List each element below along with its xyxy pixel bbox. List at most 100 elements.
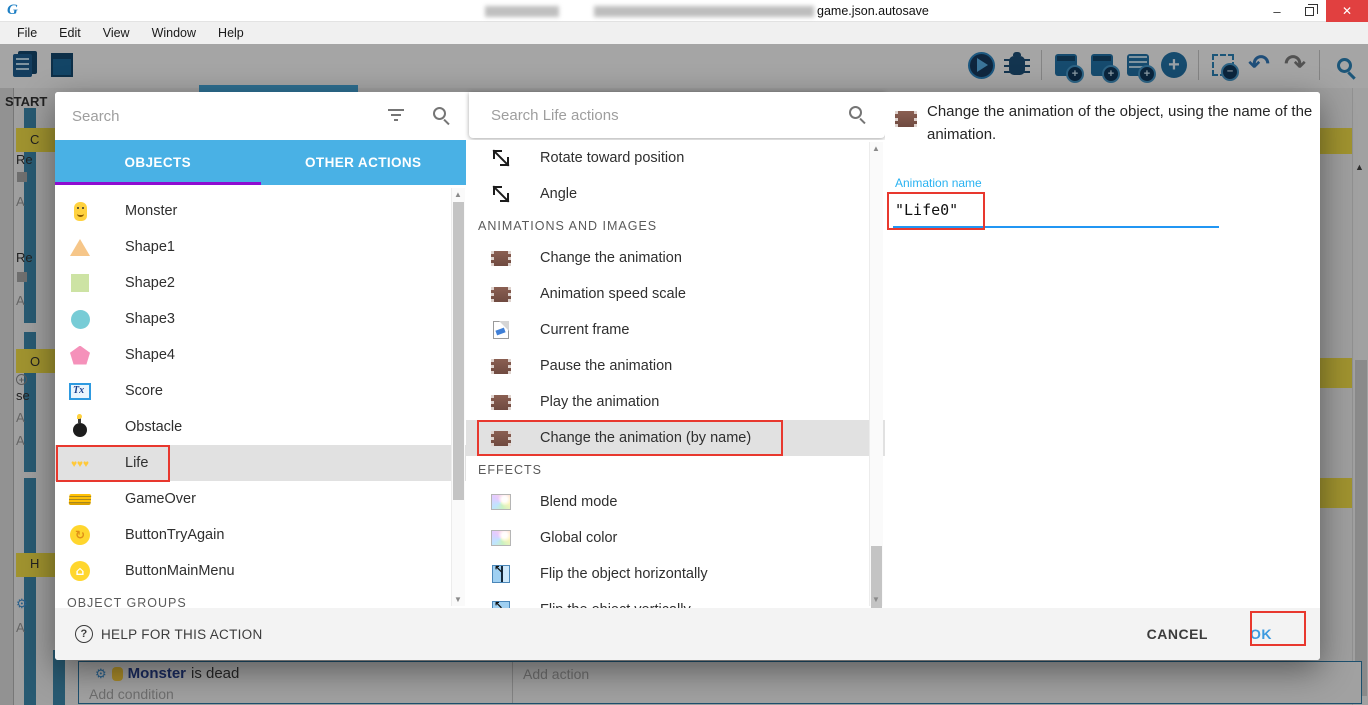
blurred-title-segment xyxy=(594,6,814,17)
diagonal-arrow-icon xyxy=(490,147,512,169)
objects-rows: Monster Shape1 Shape2 Shape3 Shape4 Score Obst… xyxy=(55,185,466,589)
menu-file[interactable]: File xyxy=(8,24,46,42)
film-strip-icon xyxy=(490,391,512,413)
film-strip-icon xyxy=(895,111,917,127)
object-list-item[interactable]: ButtonTryAgain xyxy=(55,517,466,553)
object-list-item[interactable]: Score xyxy=(55,373,466,409)
objects-scrollbar[interactable]: ▲ ▼ xyxy=(451,188,465,606)
object-label: Obstacle xyxy=(125,419,182,435)
scroll-up-icon[interactable]: ▲ xyxy=(872,144,880,153)
object-list-item[interactable]: Monster xyxy=(55,193,466,229)
home-icon xyxy=(68,559,92,583)
action-label: Current frame xyxy=(540,322,629,338)
action-list-item[interactable]: Flip the object horizontally xyxy=(466,556,885,592)
minimize-button[interactable]: – xyxy=(1262,0,1292,22)
scrollbar-thumb[interactable] xyxy=(453,202,464,500)
action-parameters-panel: Change the animation of the object, usin… xyxy=(885,92,1320,608)
blurred-title-segment xyxy=(485,6,559,17)
text-icon xyxy=(68,379,92,403)
object-label: Score xyxy=(125,383,163,399)
search-icon[interactable] xyxy=(433,107,446,120)
action-label: Animation speed scale xyxy=(540,286,686,302)
action-list-item[interactable]: Blend mode xyxy=(466,484,885,520)
film-strip-icon xyxy=(490,283,512,305)
bomb-icon xyxy=(68,415,92,439)
object-label: GameOver xyxy=(125,491,196,507)
objects-tab-bar: OBJECTS OTHER ACTIONS xyxy=(55,140,466,185)
object-list-item[interactable]: GameOver xyxy=(55,481,466,517)
window-title: game.json.autosave xyxy=(817,4,929,18)
actions-rows: Rotate toward position Angle ANIMATIONS AN… xyxy=(466,140,885,608)
action-list-item[interactable]: Change the animation xyxy=(466,240,885,276)
object-label: Shape4 xyxy=(125,347,175,363)
title-bar: G game.json.autosave – ✕ xyxy=(0,0,1368,22)
action-list-item[interactable]: Flip the object vertically xyxy=(466,592,885,608)
action-label: Pause the animation xyxy=(540,358,672,374)
color-image-icon xyxy=(490,491,512,513)
annotation-box-change-animation-by-name xyxy=(477,420,783,456)
search-icon[interactable] xyxy=(849,106,862,119)
pentagon-icon xyxy=(68,343,92,367)
scroll-up-icon[interactable]: ▲ xyxy=(454,190,462,199)
objects-list: Monster Shape1 Shape2 Shape3 Shape4 Score Obst… xyxy=(55,185,466,608)
help-button[interactable]: ? HELP FOR THIS ACTION xyxy=(75,625,263,643)
object-list-item[interactable]: Shape2 xyxy=(55,265,466,301)
triangle-icon xyxy=(68,235,92,259)
object-label: ButtonTryAgain xyxy=(125,527,224,543)
close-button[interactable]: ✕ xyxy=(1326,0,1368,22)
object-label: Shape2 xyxy=(125,275,175,291)
menu-window[interactable]: Window xyxy=(143,24,205,42)
annotation-box-animation-name-value xyxy=(887,192,985,230)
action-list-item[interactable]: Global color xyxy=(466,520,885,556)
menu-edit[interactable]: Edit xyxy=(50,24,90,42)
restore-button[interactable] xyxy=(1294,0,1324,22)
menu-bar: FileEditViewWindowHelp xyxy=(0,22,1368,44)
banner-icon xyxy=(68,487,92,511)
flip-vertical-icon xyxy=(490,599,512,608)
action-list-item[interactable]: Animation speed scale xyxy=(466,276,885,312)
action-label: Rotate toward position xyxy=(540,150,684,166)
action-list-item[interactable]: Angle xyxy=(466,176,885,212)
scroll-down-icon[interactable]: ▼ xyxy=(454,595,462,604)
scroll-down-icon[interactable]: ▼ xyxy=(872,595,880,604)
gdevelop-logo-icon: G xyxy=(7,2,18,19)
annotation-box-ok xyxy=(1250,611,1306,646)
action-list-item[interactable]: Pause the animation xyxy=(466,348,885,384)
actions-scrollbar[interactable]: ▲ ▼ xyxy=(869,142,883,606)
square-icon xyxy=(68,271,92,295)
annotation-box-life xyxy=(56,445,170,482)
monster-icon xyxy=(68,199,92,223)
actions-section-header: ANIMATIONS AND IMAGES xyxy=(466,212,885,240)
action-list-item[interactable]: Rotate toward position xyxy=(466,140,885,176)
object-list-item[interactable]: ButtonMainMenu xyxy=(55,553,466,589)
choose-action-dialog: OBJECTS OTHER ACTIONS Monster Shape1 Shape… xyxy=(55,92,1320,660)
tab-objects[interactable]: OBJECTS xyxy=(55,140,261,185)
application-window: G game.json.autosave – ✕ FileEditViewWin… xyxy=(0,0,1368,705)
tab-other-actions[interactable]: OTHER ACTIONS xyxy=(261,140,467,185)
dialog-footer: ? HELP FOR THIS ACTION CANCEL OK xyxy=(55,608,1320,660)
object-list-item[interactable]: Shape3 xyxy=(55,301,466,337)
object-label: Monster xyxy=(125,203,177,219)
object-list-item[interactable]: Obstacle xyxy=(55,409,466,445)
action-list-item[interactable]: Current frame xyxy=(466,312,885,348)
menu-help[interactable]: Help xyxy=(209,24,253,42)
object-list-item[interactable]: Shape1 xyxy=(55,229,466,265)
actions-list: Rotate toward position Angle ANIMATIONS AN… xyxy=(466,140,885,608)
action-label: Blend mode xyxy=(540,494,617,510)
object-label: Shape1 xyxy=(125,239,175,255)
action-list-item[interactable]: Play the animation xyxy=(466,384,885,420)
filter-icon[interactable] xyxy=(387,108,405,122)
frame-icon xyxy=(490,319,512,341)
actions-search-input[interactable] xyxy=(491,102,821,128)
action-label: Angle xyxy=(540,186,577,202)
objects-search-input[interactable] xyxy=(72,103,372,129)
actions-section-header: EFFECTS xyxy=(466,456,885,484)
retry-icon xyxy=(68,523,92,547)
object-label: ButtonMainMenu xyxy=(125,563,235,579)
object-list-item[interactable]: Shape4 xyxy=(55,337,466,373)
film-strip-icon xyxy=(490,247,512,269)
question-mark-icon: ? xyxy=(75,625,93,643)
cancel-button[interactable]: CANCEL xyxy=(1147,626,1208,642)
circle-icon xyxy=(68,307,92,331)
menu-view[interactable]: View xyxy=(94,24,139,42)
